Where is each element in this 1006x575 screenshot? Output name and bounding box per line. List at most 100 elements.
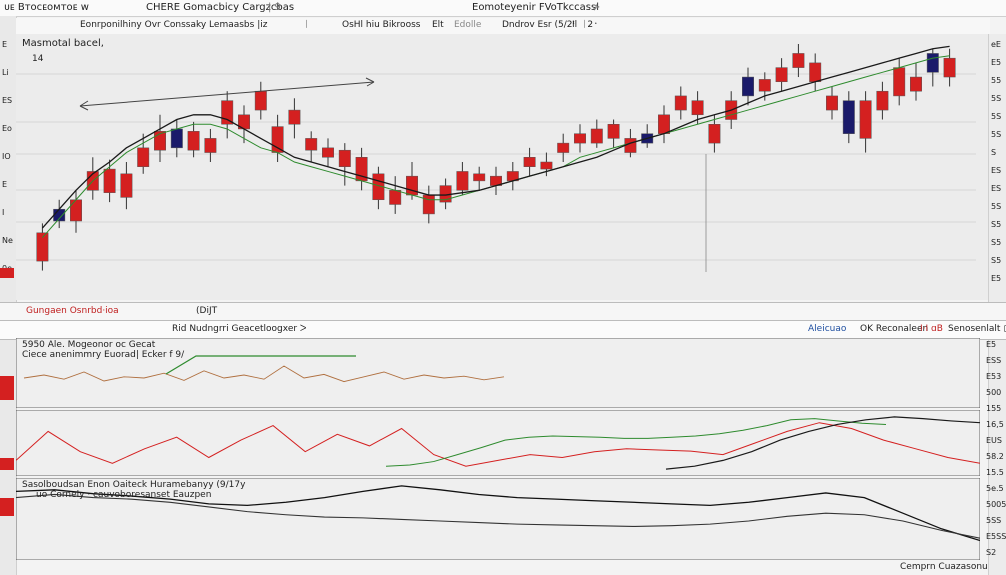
sub3-label-b: uo Cornely · cauvoboresanset Eauzpen bbox=[36, 490, 212, 500]
candle-body bbox=[574, 133, 586, 144]
right-lower-axis-tick: E53 bbox=[986, 372, 1002, 381]
candle-body bbox=[758, 79, 771, 92]
header-study[interactable]: Dndrov Esr (5/2ᶦ bbox=[502, 20, 575, 30]
right-lower-axis-tick: EUS bbox=[986, 436, 1002, 445]
candle-body bbox=[288, 109, 301, 125]
panel-separator-sub: Rid Nudngrri Geacetloogxer ᐳ Aleicuao OK… bbox=[0, 320, 1006, 340]
main-panel-sublabel: 14 bbox=[32, 54, 44, 64]
candle-body bbox=[540, 161, 553, 170]
right-axis-tick: E5 bbox=[991, 58, 1002, 67]
sub-panel-momentum[interactable] bbox=[16, 410, 980, 476]
candle-body bbox=[842, 100, 855, 134]
sub3-label-a: Sasolboudsan Enon Oaiteck Huramebanyy (9… bbox=[22, 480, 246, 490]
candle-body bbox=[809, 62, 822, 83]
right-axis-tick: ES bbox=[991, 184, 1002, 193]
candle-body bbox=[456, 171, 469, 191]
candle-body bbox=[926, 53, 939, 73]
header-item-g: Il bbox=[572, 20, 578, 30]
chart-header: Eonrponilhiny Ovr Conssaky Lemaasbs |iz … bbox=[16, 18, 990, 35]
right-axis-tick: 55 bbox=[991, 76, 1002, 85]
sep-left-label[interactable]: Gungaen Osnrbd·ioa bbox=[26, 306, 119, 316]
toolbar-right-title[interactable]: Eomoteyenir FVoTkccassl bbox=[472, 2, 599, 13]
candle-body bbox=[221, 100, 234, 125]
candle-body bbox=[473, 173, 486, 182]
candle-body bbox=[876, 90, 889, 111]
candle-body bbox=[389, 190, 402, 205]
left-axis-tick: Eo bbox=[2, 124, 12, 133]
right-axis-tick: 5S bbox=[991, 112, 1002, 121]
candle-body bbox=[322, 147, 334, 158]
header-item-e: Elt bbox=[432, 20, 444, 30]
candle-body bbox=[70, 199, 82, 222]
candle-body bbox=[406, 175, 418, 196]
header-indicator[interactable]: OsHl hiu Bikrooss bbox=[342, 20, 420, 30]
right-axis-tick: S5 bbox=[991, 238, 1002, 247]
sep-mid-label: (DiJT bbox=[196, 306, 218, 316]
toolbar-left-title[interactable]: ᴜᴇ Bᴛoᴄᴇoᴍᴛoᴇ ᴡ bbox=[4, 2, 89, 13]
candle-body bbox=[590, 128, 603, 144]
main-price-chart[interactable] bbox=[16, 34, 988, 300]
right-axis-tick: E5 bbox=[991, 274, 1002, 283]
sep-right-a[interactable]: OK Reconaleen bbox=[860, 324, 928, 334]
sub1-bg bbox=[16, 338, 980, 408]
candle-body bbox=[708, 123, 721, 144]
left-axis-tick: IO bbox=[2, 152, 11, 161]
right-lower-axis-tick: S2 bbox=[986, 548, 997, 557]
right-axis-tick: S5 bbox=[991, 256, 1002, 265]
candle-body bbox=[658, 114, 670, 134]
right-lower-axis-tick: 500 bbox=[986, 388, 1002, 397]
candle-body bbox=[859, 100, 872, 139]
candle-body bbox=[338, 149, 351, 167]
left-marker-red-4 bbox=[0, 498, 14, 516]
right-axis-tick: 5S bbox=[991, 130, 1002, 139]
sep-right-c[interactable]: Senosenlalt ▢ bbox=[948, 324, 1006, 334]
header-item-h: ᛁ2᛫ bbox=[582, 20, 599, 30]
panel-separator-top: Gungaen Osnrbd·ioa (DiJT bbox=[0, 302, 1006, 322]
right-lower-axis-tick: E5 bbox=[986, 340, 997, 349]
right-lower-axis-tick: E5SS bbox=[986, 532, 1006, 541]
right-axis-tick: 5S bbox=[991, 94, 1002, 103]
sep-right-blue[interactable]: Aleicuao bbox=[808, 324, 846, 334]
left-axis-tick: ES bbox=[2, 96, 13, 105]
right-axis-tick: 5S bbox=[991, 202, 1002, 211]
candle-body bbox=[137, 147, 150, 167]
right-lower-axis-tick: ESS bbox=[986, 356, 1002, 365]
candle-body bbox=[187, 131, 200, 151]
candle-body bbox=[523, 157, 536, 167]
candle-body bbox=[674, 95, 687, 111]
left-axis-tick: Ne bbox=[2, 236, 13, 245]
candle-body bbox=[305, 138, 318, 151]
left-marker-red-2 bbox=[0, 376, 14, 400]
candle-body bbox=[254, 90, 267, 111]
candle-body bbox=[204, 138, 217, 153]
candle-body bbox=[170, 128, 183, 149]
right-lower-axis-tick: 15.5 bbox=[986, 468, 1004, 477]
header-divider: ᛁ bbox=[304, 20, 310, 30]
window-toolbar: ᴜᴇ Bᴛoᴄᴇoᴍᴛoᴇ ᴡ CHERE Gomacbicy Cargzcba… bbox=[0, 0, 1006, 17]
sub-panel-oscillator[interactable] bbox=[16, 338, 980, 408]
left-marker-red bbox=[0, 268, 14, 278]
candle-body bbox=[792, 53, 805, 68]
right-axis-tick: ES bbox=[991, 166, 1002, 175]
right-axis-tick: S bbox=[991, 148, 997, 157]
candle-body bbox=[943, 57, 956, 78]
right-axis-tick: S5 bbox=[991, 220, 1002, 229]
candle-body bbox=[826, 95, 838, 111]
left-axis-tick: Li bbox=[2, 68, 9, 77]
candle-body bbox=[271, 126, 284, 153]
candle-body bbox=[691, 100, 704, 116]
sub1-label-a: 5950 Ale. Mogeonor oc Gecat bbox=[22, 340, 156, 350]
sep-center-label[interactable]: Rid Nudngrri Geacetloogxer ᐳ bbox=[172, 324, 306, 334]
left-axis-tick: I bbox=[2, 208, 5, 217]
right-lower-axis-tick: 58.2 bbox=[986, 452, 1004, 461]
header-symbol[interactable]: Eonrponilhiny Ovr Conssaky Lemaasbs |iz bbox=[80, 20, 267, 30]
sub1-label-b: Ciece anenimmry Euorad| Ecker f 9/ bbox=[22, 350, 185, 360]
left-marker-red-3 bbox=[0, 458, 14, 470]
candle-body bbox=[742, 76, 754, 97]
sub3-footer: Cemprn Cuazasonu bbox=[900, 562, 988, 572]
toolbar-pager[interactable]: | 9 bbox=[268, 2, 281, 13]
toolbar-right-mark[interactable]: ≯ bbox=[592, 2, 600, 13]
left-axis: ELiESEoIOEINe0e bbox=[0, 40, 16, 300]
right-axis-tick: eE bbox=[991, 40, 1001, 49]
left-axis-tick: E bbox=[2, 40, 8, 49]
